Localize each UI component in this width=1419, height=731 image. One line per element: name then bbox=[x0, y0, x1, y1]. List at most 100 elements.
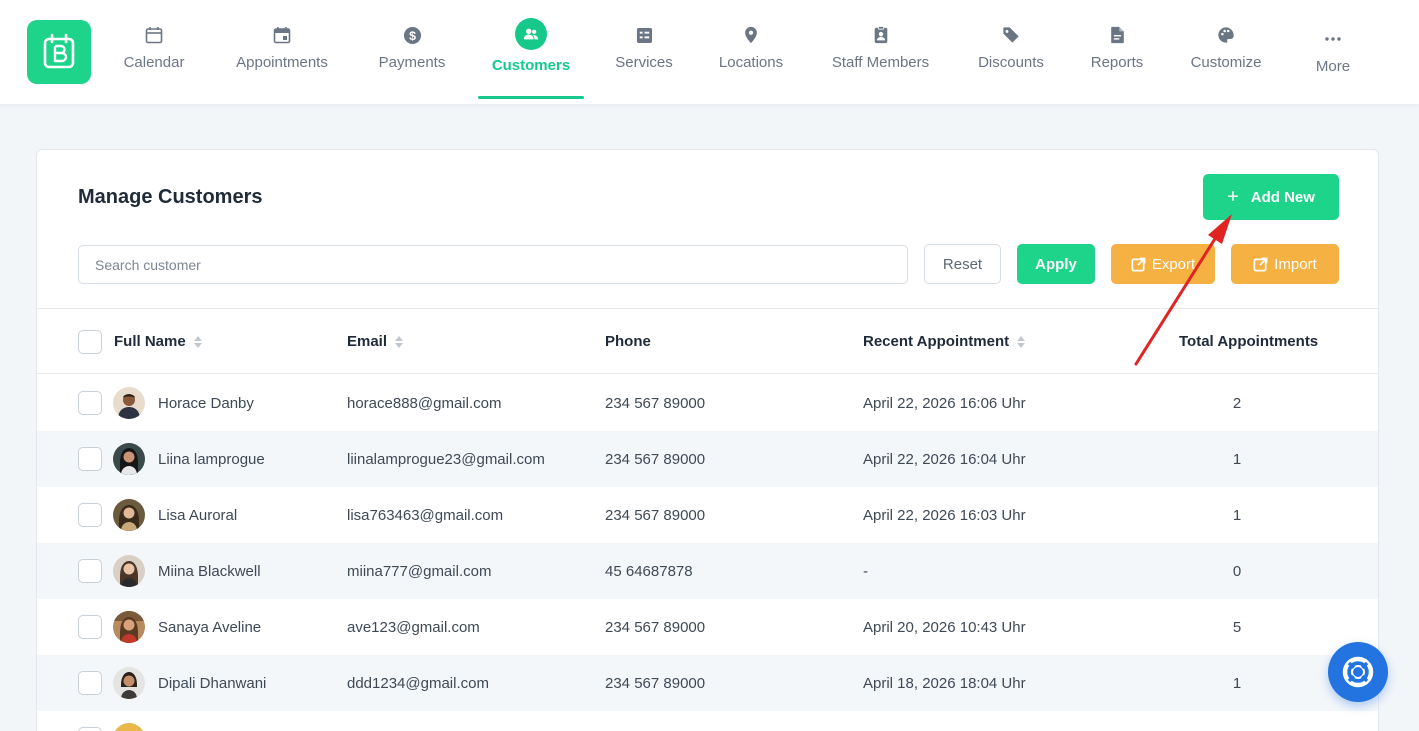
app-logo[interactable] bbox=[27, 20, 91, 84]
import-button[interactable]: Import bbox=[1231, 244, 1339, 284]
column-header-email[interactable]: Email bbox=[347, 309, 404, 374]
avatar bbox=[113, 723, 145, 731]
row-checkbox[interactable] bbox=[78, 503, 102, 527]
nav-payments[interactable]: $ Payments bbox=[376, 0, 448, 100]
recent-appointment: April 18, 2026 18:04 Uhr bbox=[863, 674, 1026, 692]
tag-icon bbox=[1000, 24, 1022, 46]
nav-label: Services bbox=[615, 54, 673, 71]
dollar-icon: $ bbox=[401, 24, 423, 46]
row-checkbox[interactable] bbox=[78, 727, 102, 731]
sort-icon bbox=[395, 335, 404, 348]
column-header-total-appointments: Total Appointments bbox=[1179, 309, 1318, 374]
customer-phone: 234 567 89000 bbox=[605, 506, 706, 524]
apply-button[interactable]: Apply bbox=[1017, 244, 1095, 284]
column-label: Recent Appointment bbox=[863, 333, 1010, 350]
nav-discounts[interactable]: Discounts bbox=[976, 0, 1046, 100]
table-row[interactable]: Dipali Dhanwani ddd1234@gmail.com 234 56… bbox=[37, 655, 1378, 711]
column-header-full-name[interactable]: Full Name bbox=[114, 309, 202, 374]
recent-appointment: April 22, 2026 16:04 Uhr bbox=[863, 450, 1026, 468]
customer-name[interactable]: Sanaya Aveline bbox=[158, 599, 261, 655]
sort-icon bbox=[1017, 335, 1026, 348]
table-row[interactable] bbox=[37, 711, 1378, 731]
column-header-recent-appointment[interactable]: Recent Appointment bbox=[863, 309, 1026, 374]
nav-customize[interactable]: Customize bbox=[1188, 0, 1264, 100]
nav-label: Customize bbox=[1190, 54, 1262, 71]
avatar bbox=[113, 667, 145, 699]
palette-icon bbox=[1215, 24, 1237, 46]
avatar bbox=[113, 555, 145, 587]
total-appointments: 1 bbox=[1232, 674, 1242, 692]
nav-locations[interactable]: Locations bbox=[717, 0, 785, 100]
row-checkbox[interactable] bbox=[78, 671, 102, 695]
recent-appointment: April 20, 2026 10:43 Uhr bbox=[863, 618, 1026, 636]
file-icon bbox=[1106, 24, 1128, 46]
table-row[interactable]: Lisa Auroral lisa763463@gmail.com 234 56… bbox=[37, 487, 1378, 543]
nav-calendar[interactable]: Calendar bbox=[121, 0, 187, 100]
column-label: Full Name bbox=[114, 333, 186, 350]
logo-icon bbox=[43, 33, 75, 69]
nav-more[interactable]: More bbox=[1310, 0, 1356, 100]
avatar bbox=[113, 387, 145, 419]
customer-name[interactable]: Miina Blackwell bbox=[158, 543, 261, 599]
row-checkbox[interactable] bbox=[78, 391, 102, 415]
row-checkbox[interactable] bbox=[78, 447, 102, 471]
recent-appointment: - bbox=[863, 562, 868, 580]
table-header: Full Name Email Phone Recent Appointment… bbox=[37, 309, 1378, 374]
add-new-button[interactable]: + Add New bbox=[1203, 174, 1339, 220]
table-row[interactable]: Liina lamprogue liinalamprogue23@gmail.c… bbox=[37, 431, 1378, 487]
export-button[interactable]: Export bbox=[1111, 244, 1215, 284]
avatar bbox=[113, 499, 145, 531]
more-dots-icon bbox=[1322, 28, 1344, 50]
customer-phone: 234 567 89000 bbox=[605, 618, 706, 636]
id-badge-icon bbox=[870, 24, 892, 46]
table-row[interactable]: Horace Danby horace888@gmail.com 234 567… bbox=[37, 375, 1378, 431]
column-label: Phone bbox=[605, 333, 651, 350]
search-input[interactable] bbox=[78, 245, 908, 284]
add-new-label: Add New bbox=[1250, 188, 1315, 206]
customer-email: ave123@gmail.com bbox=[347, 618, 480, 636]
nav-label: Customers bbox=[491, 57, 571, 74]
nav-label: Discounts bbox=[978, 54, 1044, 71]
nav-staff-members[interactable]: Staff Members bbox=[829, 0, 932, 100]
top-navigation-bar: Calendar Appointments $ Payments Custome… bbox=[0, 0, 1419, 104]
customer-email: lisa763463@gmail.com bbox=[347, 506, 504, 524]
total-appointments: 1 bbox=[1232, 506, 1242, 524]
external-link-icon bbox=[1253, 257, 1268, 271]
table-row[interactable]: Miina Blackwell miina777@gmail.com 45 64… bbox=[37, 543, 1378, 599]
table-row[interactable]: Sanaya Aveline ave123@gmail.com 234 567 … bbox=[37, 599, 1378, 655]
nav-reports[interactable]: Reports bbox=[1089, 0, 1145, 100]
customer-name[interactable]: Horace Danby bbox=[158, 375, 254, 431]
select-all-checkbox[interactable] bbox=[78, 330, 102, 354]
export-label: Export bbox=[1151, 255, 1196, 273]
nav-label: Reports bbox=[1090, 54, 1144, 71]
customer-name[interactable]: Dipali Dhanwani bbox=[158, 655, 266, 711]
active-tab-indicator bbox=[478, 96, 584, 99]
manage-customers-card: Manage Customers + Add New Reset Apply E… bbox=[36, 149, 1379, 731]
row-checkbox[interactable] bbox=[78, 559, 102, 583]
nav-services[interactable]: Services bbox=[614, 0, 674, 100]
location-pin-icon bbox=[740, 24, 762, 46]
row-checkbox[interactable] bbox=[78, 615, 102, 639]
page-title: Manage Customers bbox=[78, 186, 263, 208]
column-label: Email bbox=[347, 333, 388, 350]
nav-label: Staff Members bbox=[831, 54, 930, 71]
recent-appointment: April 22, 2026 16:03 Uhr bbox=[863, 506, 1026, 524]
reset-button[interactable]: Reset bbox=[924, 244, 1001, 284]
customer-email: liinalamprogue23@gmail.com bbox=[347, 450, 545, 468]
nav-label: Payments bbox=[378, 54, 446, 71]
nav-customers[interactable]: Customers bbox=[478, 0, 584, 100]
help-button[interactable] bbox=[1328, 642, 1388, 702]
customer-phone: 234 567 89000 bbox=[605, 674, 706, 692]
nav-label: Locations bbox=[718, 54, 784, 71]
customer-name[interactable]: Liina lamprogue bbox=[158, 431, 265, 487]
nav-appointments[interactable]: Appointments bbox=[231, 0, 333, 100]
total-appointments: 2 bbox=[1232, 394, 1242, 412]
customer-name[interactable]: Lisa Auroral bbox=[158, 487, 237, 543]
plus-icon: + bbox=[1227, 185, 1239, 208]
nav-label: Calendar bbox=[123, 54, 185, 71]
nav-label: More bbox=[1315, 58, 1351, 75]
customer-phone: 234 567 89000 bbox=[605, 394, 706, 412]
users-icon bbox=[515, 18, 547, 50]
sort-icon bbox=[193, 335, 202, 348]
svg-text:$: $ bbox=[409, 28, 416, 42]
